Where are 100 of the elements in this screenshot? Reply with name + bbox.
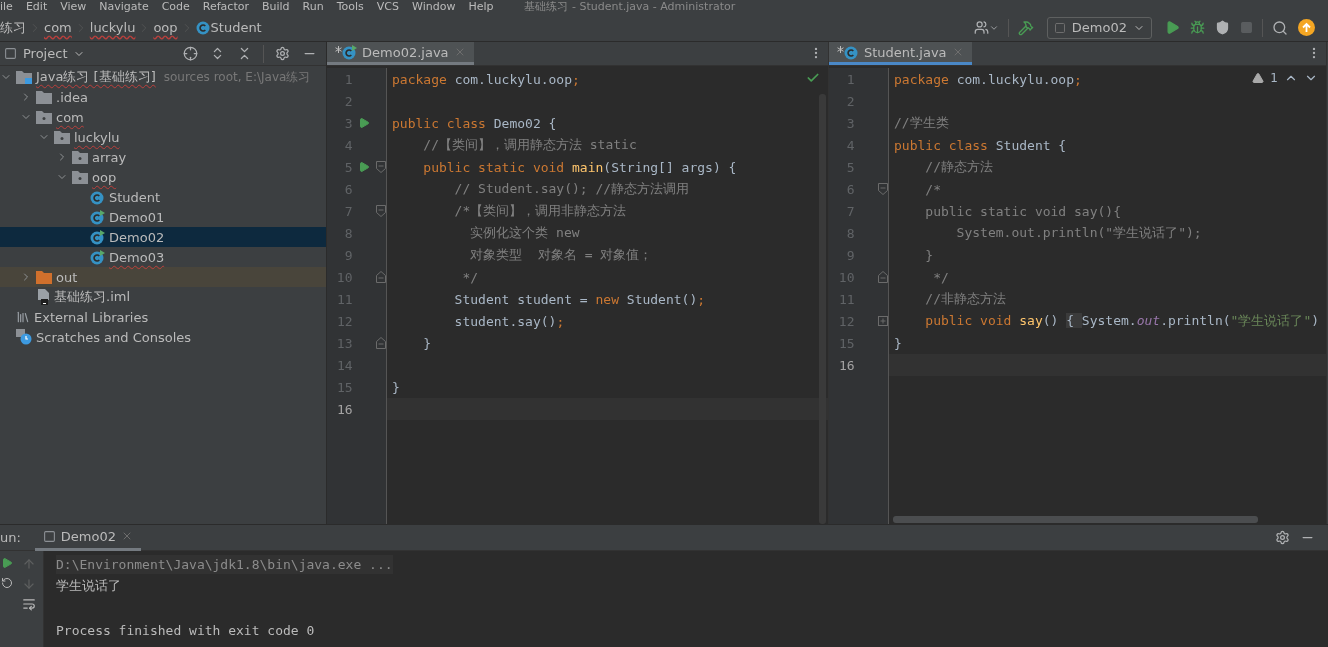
run-icon[interactable] bbox=[358, 161, 371, 173]
tree-item-label: com bbox=[56, 109, 84, 125]
modified-asterisk-icon bbox=[837, 46, 844, 53]
line-number: 16 bbox=[335, 401, 353, 417]
tree-item[interactable]: out bbox=[0, 267, 326, 287]
window-title: 基础练习 - Student.java - Administrator bbox=[524, 0, 737, 14]
run-configuration-dropdown[interactable]: Demo02 bbox=[1046, 16, 1152, 39]
tree-item-label: Demo01 bbox=[109, 209, 165, 225]
code-line: Student student = new Student(); bbox=[453, 291, 706, 307]
tree-item[interactable]: array bbox=[0, 147, 326, 167]
tree-item-label: luckylu bbox=[74, 129, 120, 145]
menu-item[interactable]: Build bbox=[262, 0, 290, 14]
run-panel-label: un: bbox=[0, 530, 21, 545]
tree-item[interactable]: Demo03 bbox=[0, 247, 326, 267]
window-icon bbox=[42, 529, 56, 543]
editor-tab[interactable]: Student.java bbox=[829, 42, 972, 65]
rerun-icon[interactable] bbox=[1, 577, 13, 589]
fold-marker-icon[interactable] bbox=[878, 183, 888, 195]
class-icon bbox=[844, 44, 859, 60]
code-line: // Student.say(); //静态方法调用 bbox=[453, 180, 690, 198]
warning-icon bbox=[1252, 72, 1265, 84]
file-icon bbox=[36, 289, 50, 305]
code-line: public static void main(String[] args) { bbox=[422, 159, 737, 175]
tree-item-label: External Libraries bbox=[34, 309, 149, 325]
module-folder-icon bbox=[16, 70, 32, 84]
package-folder-icon bbox=[54, 130, 70, 144]
editor-tab[interactable]: Demo02.java bbox=[327, 42, 474, 65]
tree-item-label: .idea bbox=[56, 89, 88, 105]
folder-icon bbox=[36, 90, 52, 104]
code-line: */ bbox=[461, 269, 479, 285]
tree-item[interactable]: Scratches and Consoles bbox=[0, 327, 326, 347]
class-icon bbox=[90, 189, 105, 205]
tree-item[interactable]: Demo01 bbox=[0, 207, 326, 227]
tree-item[interactable]: 基础练习.iml bbox=[0, 287, 326, 307]
check-icon bbox=[806, 71, 820, 85]
warning-count: 1 bbox=[1270, 71, 1278, 85]
run-icon[interactable] bbox=[358, 117, 371, 129]
tree-item[interactable]: .idea bbox=[0, 87, 326, 107]
menu-item[interactable]: Refactor bbox=[202, 0, 249, 14]
menu-item[interactable]: ile bbox=[0, 0, 13, 14]
package-folder-icon bbox=[72, 170, 88, 184]
code-line: } bbox=[894, 335, 902, 351]
modified-asterisk-icon bbox=[335, 46, 342, 53]
class-icon bbox=[195, 20, 211, 35]
fold-marker-icon[interactable] bbox=[376, 205, 386, 217]
project-view-dropdown[interactable]: Project bbox=[0, 46, 90, 61]
tree-item[interactable]: luckylu bbox=[0, 127, 326, 147]
menu-item[interactable]: Run bbox=[302, 0, 324, 14]
arrow-up-icon[interactable] bbox=[21, 557, 36, 571]
menu-item[interactable]: Code bbox=[161, 0, 190, 14]
code-line: public void say() { System.out.println("学生说话了") bbox=[924, 312, 1320, 330]
expand-fold-icon[interactable] bbox=[878, 316, 888, 326]
tree-item[interactable]: Demo02 bbox=[0, 227, 326, 247]
menu-item[interactable]: Help bbox=[468, 0, 494, 14]
soft-wrap-icon[interactable] bbox=[21, 597, 36, 611]
breadcrumb[interactable]: Student bbox=[210, 20, 262, 35]
menu-item[interactable]: View bbox=[60, 0, 87, 14]
arrow-down-icon[interactable] bbox=[21, 577, 36, 591]
fold-marker-icon[interactable] bbox=[376, 337, 386, 349]
code-line: 实例化这个类 new bbox=[469, 224, 580, 242]
window-icon bbox=[1053, 21, 1066, 34]
line-number: 16 bbox=[837, 357, 855, 373]
package-folder-icon bbox=[72, 150, 88, 164]
tree-item[interactable]: Java练习 [基础练习] sources root, E:\Java练习 bbox=[0, 67, 326, 87]
tree-item[interactable]: com bbox=[0, 107, 326, 127]
code-line: System.out.println("学生说话了"); bbox=[955, 224, 1202, 242]
library-icon bbox=[16, 310, 30, 324]
menu-item[interactable]: Edit bbox=[25, 0, 48, 14]
code-line: public static void say(){ bbox=[924, 203, 1121, 219]
breadcrumb[interactable]: oop bbox=[153, 20, 178, 35]
scratch-clock-icon bbox=[16, 329, 32, 345]
tree-item-label: Scratches and Consoles bbox=[36, 329, 192, 345]
menu-item[interactable]: Window bbox=[412, 0, 456, 14]
code-line: } bbox=[422, 335, 432, 351]
fold-marker-icon[interactable] bbox=[376, 271, 386, 283]
folder-icon bbox=[36, 270, 52, 284]
tree-item[interactable]: Student bbox=[0, 187, 326, 207]
breadcrumb[interactable]: luckylu bbox=[89, 20, 136, 35]
code-line: */ bbox=[932, 269, 949, 285]
tree-item[interactable]: External Libraries bbox=[0, 307, 326, 327]
code-line: student.say(); bbox=[453, 313, 565, 329]
fold-marker-icon[interactable] bbox=[376, 161, 386, 173]
tree-item-label: 基础练习.iml bbox=[54, 288, 131, 306]
fold-marker-icon[interactable] bbox=[878, 271, 888, 283]
console-command: D:\Environment\Java\jdk1.8\bin\java.exe ... bbox=[56, 554, 393, 574]
breadcrumb[interactable]: com bbox=[44, 20, 72, 35]
menu-item[interactable]: Tools bbox=[336, 0, 364, 14]
tree-item[interactable]: oop bbox=[0, 167, 326, 187]
code-line: public class Demo02 { bbox=[392, 115, 557, 131]
tree-item-label: oop bbox=[92, 169, 117, 185]
runnable-class-icon bbox=[90, 249, 105, 265]
menu-item[interactable]: VCS bbox=[376, 0, 399, 14]
menu-item[interactable]: Navigate bbox=[99, 0, 149, 14]
tree-item-note: sources root, E:\Java练习 bbox=[163, 68, 311, 86]
code-line: //静态方法 bbox=[924, 158, 993, 176]
breadcrumb[interactable]: 练习 bbox=[0, 18, 26, 37]
tree-item-label: out bbox=[56, 269, 78, 285]
scrollbar[interactable] bbox=[893, 516, 1258, 523]
rerun-icon[interactable] bbox=[1, 557, 13, 569]
window-icon bbox=[4, 47, 17, 60]
